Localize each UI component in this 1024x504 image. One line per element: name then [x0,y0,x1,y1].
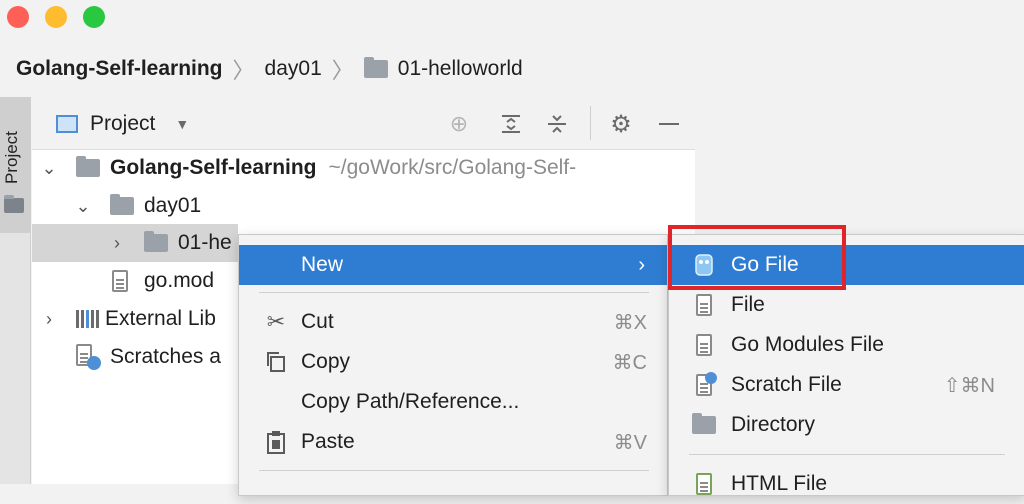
library-icon [76,310,99,328]
tree-item-root[interactable]: ⌄ Golang-Self-learning ~/goWork/src/Gola… [40,149,576,187]
minimize-window-button[interactable] [45,6,67,28]
folder-icon [76,156,100,177]
submenu-separator [689,454,1005,455]
locate-icon[interactable]: ⊕ [444,110,474,138]
file-icon [691,290,717,320]
close-window-button[interactable] [7,6,29,28]
breadcrumb-project[interactable]: Golang-Self-learning [16,57,223,81]
menu-copy-path-label: Copy Path/Reference... [301,390,520,413]
project-view-label: Project [90,112,156,135]
html-file-icon [691,469,717,499]
menu-copy-label: Copy [301,350,351,373]
menu-new-label: New [301,253,344,276]
menu-cut-label: Cut [301,310,334,333]
submenu-item-go-modules-file[interactable]: Go Modules File [669,325,1024,365]
tree-day01-label: day01 [144,194,202,217]
submenu-html-label: HTML File [731,472,828,495]
go-mod-file-icon [691,330,717,360]
scissors-icon: ✂ [266,309,286,334]
menu-separator [259,292,649,293]
chevron-down-icon[interactable]: ⌄ [74,196,92,217]
submenu-item-file[interactable]: File [669,285,1024,325]
chevron-down-icon[interactable]: ⌄ [40,158,58,179]
collapse-all-icon[interactable] [542,110,572,138]
tree-item-helloworld[interactable]: › 01-he [108,224,232,262]
tree-gomod-label: go.mod [144,269,215,292]
chevron-right-icon: 〉 [232,58,255,83]
submenu-directory-label: Directory [731,413,816,436]
window-icon [56,115,78,133]
folder-icon [4,195,24,213]
gear-icon[interactable]: ⚙ [606,110,636,138]
breadcrumb: Golang-Self-learning 〉 day01 〉 01-hellow… [16,52,523,86]
menu-separator [259,470,649,471]
chevron-right-icon: › [638,253,645,276]
tree-item-gomod[interactable]: go.mod [112,262,214,300]
zoom-window-button[interactable] [83,6,105,28]
tree-helloworld-label: 01-he [178,231,232,254]
folder-icon [691,410,717,440]
submenu-scratch-label: Scratch File [731,373,842,396]
toolbar-divider [590,106,591,140]
submenu-go-modules-label: Go Modules File [731,333,884,356]
chevron-right-icon[interactable]: › [108,233,126,254]
submenu-file-label: File [731,293,765,316]
submenu-item-directory[interactable]: Directory [669,405,1024,445]
tree-item-scratches[interactable]: Scratches a [76,338,221,376]
project-tool-label[interactable]: Project [2,131,22,184]
menu-item-copy[interactable]: Copy ⌘C [239,342,667,382]
chevron-right-icon: 〉 [331,58,354,83]
tree-item-day01[interactable]: ⌄ day01 [74,187,201,225]
submenu-item-html-file[interactable]: HTML File [669,464,1024,504]
submenu-scratch-shortcut: ⇧⌘N [943,374,995,397]
dropdown-arrow-icon: ▼ [175,116,190,132]
breadcrumb-helloworld[interactable]: 01-helloworld [398,57,523,81]
menu-paste-label: Paste [301,430,355,453]
expand-all-icon[interactable] [496,110,526,138]
menu-paste-shortcut: ⌘V [613,431,647,454]
minimize-icon[interactable] [654,110,684,138]
menu-item-cut[interactable]: ✂ Cut ⌘X [239,302,667,342]
breadcrumb-day01[interactable]: day01 [265,57,322,81]
clipboard-icon [261,427,291,457]
context-menu: New › ✂ Cut ⌘X Copy ⌘C Copy Path/Referen… [238,234,668,496]
file-icon [112,270,128,292]
copy-icon [261,347,291,377]
submenu-item-scratch-file[interactable]: Scratch File ⇧⌘N [669,365,1024,405]
scratches-icon [76,344,104,370]
tree-scratches-label: Scratches a [110,345,221,368]
menu-item-paste[interactable]: Paste ⌘V [239,422,667,462]
scratch-file-icon [691,370,717,400]
annotation-highlight-box [668,225,846,290]
tree-root-name: Golang-Self-learning [110,156,317,179]
folder-icon [110,194,134,215]
tree-root-path: ~/goWork/src/Golang-Self- [328,156,577,179]
menu-cut-shortcut: ⌘X [613,311,647,334]
folder-icon [363,57,388,78]
project-view-selector[interactable]: Project ▼ [56,110,189,138]
folder-icon [144,231,168,252]
menu-item-copy-path[interactable]: Copy Path/Reference... [239,382,667,422]
tree-item-external-libraries[interactable]: › External Lib [40,300,216,338]
tree-external-label: External Lib [105,307,216,330]
chevron-right-icon[interactable]: › [40,309,58,330]
menu-copy-shortcut: ⌘C [612,351,647,374]
menu-item-new[interactable]: New › [239,245,667,285]
